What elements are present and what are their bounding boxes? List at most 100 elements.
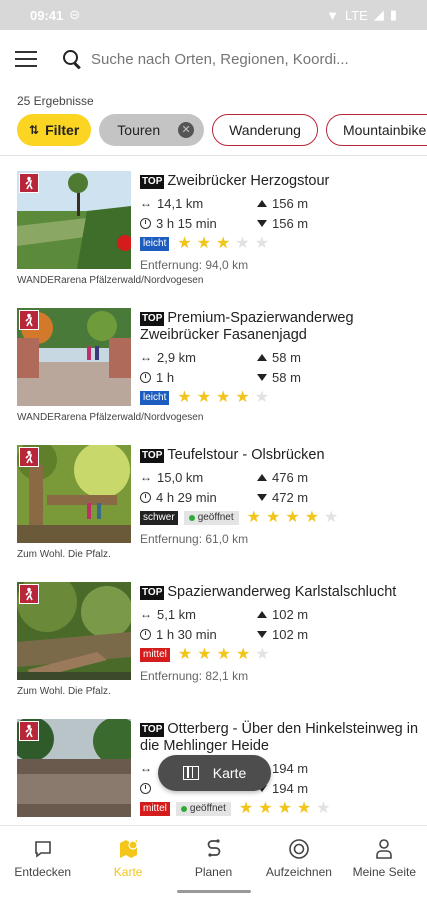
star-icon: ★: [238, 800, 254, 817]
search-icon[interactable]: [63, 50, 81, 68]
tour-thumbnail: [17, 719, 131, 817]
star-icon: ★: [177, 646, 193, 663]
chat-icon: [31, 837, 55, 861]
star-icon: ★: [235, 389, 250, 406]
open-status-badge: geöffnet: [175, 802, 231, 816]
star-icon: ★: [246, 509, 261, 526]
tours-chip[interactable]: Touren ✕: [99, 114, 205, 146]
star-icon: ★: [177, 235, 192, 252]
clock-icon: [140, 491, 151, 503]
tour-ascent: 58 m: [272, 349, 301, 365]
star-icon: ★: [216, 646, 231, 663]
wifi-icon: ▼: [326, 7, 339, 23]
close-icon[interactable]: ✕: [178, 122, 195, 138]
tour-ascent: 102 m: [272, 606, 309, 622]
nav-aufzeichnen[interactable]: Aufzeichnen: [256, 826, 341, 900]
star-icon: ★: [255, 646, 270, 663]
ascent-icon: [257, 353, 267, 361]
tour-ascent: 156 m: [272, 195, 309, 211]
filter-chips: ⇅ Filter Touren ✕ Wanderung Mountainbike: [17, 114, 427, 146]
rating-stars: ★ ★ ★ ★ ★: [177, 390, 269, 406]
top-badge: TOP: [140, 312, 165, 326]
tour-thumbnail: [17, 171, 131, 269]
mountainbike-chip-label: Mountainbike: [342, 122, 427, 138]
star-icon: ★: [304, 509, 320, 526]
hiking-icon: [19, 173, 39, 193]
clock-icon: [140, 628, 151, 640]
nav-karte[interactable]: Karte: [85, 826, 170, 900]
tour-card[interactable]: WANDERarena Pfälzerwald/Nordvogesen TOP P…: [0, 293, 427, 430]
tour-thumbnail: [17, 308, 131, 406]
nav-planen-label: Planen: [194, 865, 233, 879]
difficulty-badge: schwer: [140, 511, 178, 525]
tour-card[interactable]: Zum Wohl. Die Pfalz. TOP Teufelstour - Ol…: [0, 430, 427, 567]
descent-icon: [257, 219, 267, 227]
star-icon: ★: [258, 800, 273, 817]
tour-distance: 2,9 km: [157, 349, 197, 365]
tour-ascent: 476 m: [272, 469, 309, 485]
tour-title[interactable]: TOP Teufelstour - Olsbrücken: [140, 447, 420, 464]
rating-stars: ★ ★ ★ ★ ★: [177, 236, 269, 252]
menu-icon[interactable]: [15, 51, 37, 67]
nav-planen[interactable]: Planen: [171, 826, 256, 900]
tour-thumbnail: [17, 445, 131, 543]
tour-descent: 194 m: [272, 780, 309, 796]
filter-chip-label: Filter: [45, 122, 80, 138]
profile-icon: [372, 837, 396, 861]
top-badge: TOP: [140, 586, 165, 600]
hiking-icon: [19, 584, 39, 604]
star-icon: ★: [216, 235, 231, 252]
tour-ascent: 194 m: [272, 760, 309, 776]
map-fab-label: Karte: [212, 765, 247, 781]
search-bar: [0, 30, 427, 88]
tour-title[interactable]: TOP Otterberg - Über den Hinkelsteinweg i…: [140, 721, 420, 755]
status-dot-icon: [180, 806, 187, 812]
search-input[interactable]: [91, 50, 391, 68]
tour-duration: 1 h: [156, 369, 175, 385]
map-fab-button[interactable]: Karte: [158, 755, 271, 791]
distance-icon: ↔: [140, 196, 152, 210]
clock-icon: [140, 217, 151, 229]
star-icon: ★: [285, 509, 300, 526]
signal-icon: ◢: [373, 7, 384, 22]
nav-entdecken[interactable]: Entdecken: [0, 826, 85, 900]
mountainbike-chip[interactable]: Mountainbike: [325, 114, 427, 146]
tour-entfernung: Entfernung: 82,1 km: [140, 669, 249, 683]
wanderung-chip[interactable]: Wanderung: [212, 114, 318, 146]
star-icon: ★: [277, 800, 292, 817]
tour-entfernung: Entfernung: 94,0 km: [140, 258, 249, 272]
star-icon: ★: [254, 235, 270, 252]
star-icon: ★: [235, 646, 251, 663]
tour-duration: 4 h 29 min: [156, 489, 217, 505]
nav-meine-seite-label: Meine Seite: [352, 865, 417, 879]
gesture-bar[interactable]: [177, 890, 251, 893]
tour-distance: 5,1 km: [157, 606, 197, 622]
tour-distance: 14,1 km: [157, 195, 204, 211]
difficulty-badge: mittel: [140, 802, 170, 816]
star-icon: ★: [266, 509, 281, 526]
battery-icon: ▮: [389, 7, 397, 22]
tour-list: WANDERarena Pfälzerwald/Nordvogesen TOP Z…: [0, 156, 427, 825]
star-icon: ★: [296, 800, 312, 817]
tour-thumbnail: [17, 582, 131, 680]
tour-distance: 15,0 km: [157, 469, 204, 485]
nav-meine-seite[interactable]: Meine Seite: [342, 826, 427, 900]
tour-title[interactable]: TOP Zweibrücker Herzogstour: [140, 173, 420, 190]
difficulty-badge: mittel: [140, 648, 170, 662]
hiking-icon: [19, 447, 39, 467]
tour-duration: 1 h 30 min: [156, 626, 217, 642]
sync-icon: ⊝: [69, 7, 81, 22]
tour-descent: 58 m: [272, 369, 301, 385]
tour-card[interactable]: WANDERarena Pfälzerwald/Nordvogesen TOP Z…: [0, 156, 427, 293]
star-icon: ★: [254, 389, 270, 406]
tour-card[interactable]: Zum Wohl. Die Pfalz. TOP Spazierwanderweg…: [0, 567, 427, 704]
results-count: 25 Ergebnisse: [17, 94, 94, 108]
clock-icon: [140, 782, 151, 794]
ascent-icon: [257, 473, 267, 481]
filter-icon: ⇅: [29, 123, 40, 137]
distance-icon: ↔: [140, 470, 152, 484]
tour-title[interactable]: TOP Premium-Spazierwanderweg Zweibrücker …: [140, 310, 420, 344]
tour-title[interactable]: TOP Spazierwanderweg Karlstalschlucht: [140, 584, 420, 601]
filter-chip[interactable]: ⇅ Filter: [17, 114, 92, 146]
tour-descent: 472 m: [272, 489, 309, 505]
